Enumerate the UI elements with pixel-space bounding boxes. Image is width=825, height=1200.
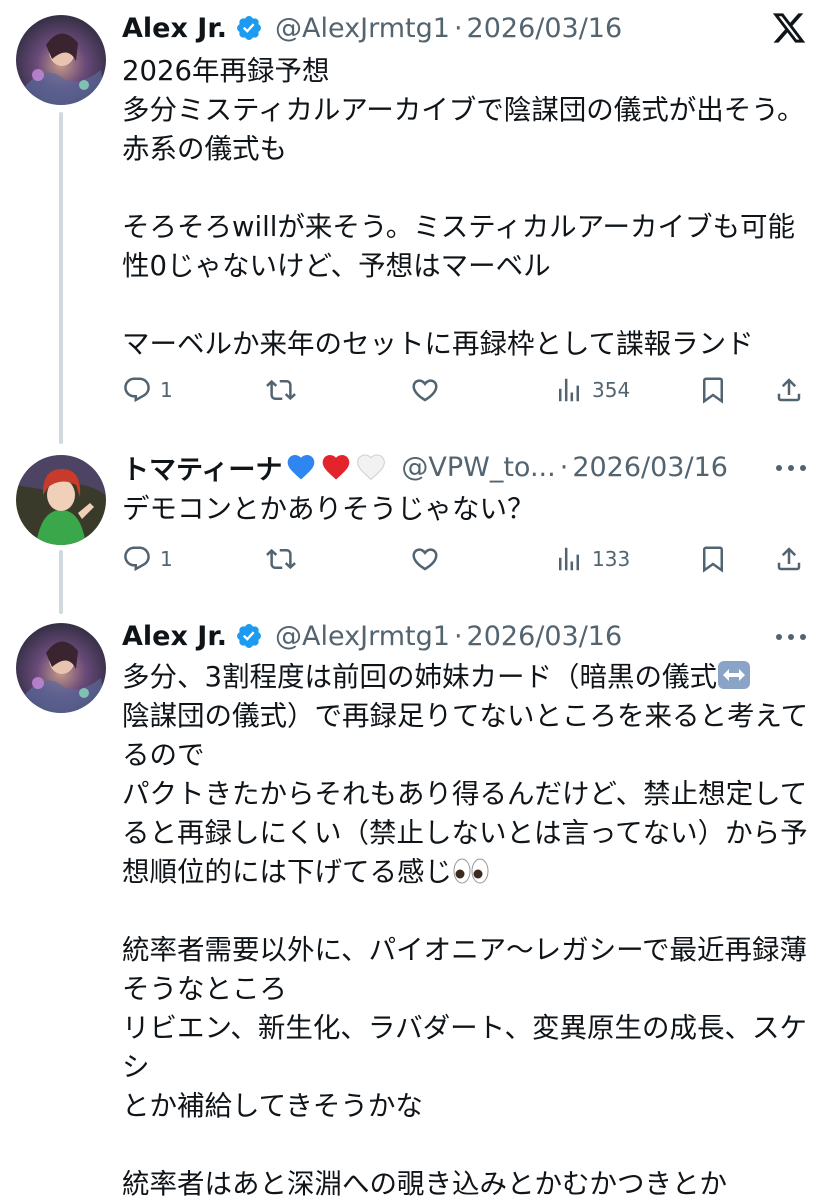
share-button[interactable]	[774, 375, 804, 405]
views-stat[interactable]: 133	[554, 544, 630, 574]
bookmark-icon	[703, 546, 723, 573]
share-icon	[777, 547, 801, 571]
reply-icon	[124, 546, 150, 572]
analytics-icon	[559, 547, 579, 571]
tweet-text-part: 統率者需要以外に、パイオニア〜レガシーで最近再録薄そうなところ リビエン、新生化…	[122, 934, 808, 1200]
avatar[interactable]	[16, 15, 106, 105]
avatar[interactable]	[16, 623, 106, 713]
more-options-icon[interactable]	[776, 463, 806, 473]
author-name[interactable]: Alex Jr.	[122, 13, 227, 44]
author-name[interactable]: トマティーナ	[122, 448, 282, 487]
view-count: 133	[592, 547, 631, 571]
separator-dot: ·	[453, 12, 463, 44]
repost-button[interactable]	[266, 544, 296, 574]
bookmark-icon	[703, 377, 723, 404]
repost-icon	[266, 548, 296, 570]
tweet-text-part: 多分、3割程度は前回の姉妹カード（暗黒の儀式	[122, 661, 717, 693]
eyes-emoji-icon	[453, 858, 489, 884]
reply-button[interactable]: 1	[122, 544, 173, 574]
bookmark-button[interactable]	[698, 544, 728, 574]
tweet-header: トマティーナ @VPW_to... · 2026/03/16	[122, 447, 728, 487]
reply-icon	[124, 377, 150, 403]
like-button[interactable]	[410, 375, 440, 405]
white-heart-emoji-icon	[355, 451, 387, 483]
heart-icon	[412, 379, 438, 402]
views-stat[interactable]: 354	[554, 375, 630, 405]
tweet-date[interactable]: 2026/03/16	[467, 621, 623, 652]
tweet-text: デモコンとかありそうじゃない？	[122, 493, 535, 525]
share-icon	[777, 378, 801, 402]
red-heart-emoji-icon	[320, 451, 352, 483]
tweet-text: 2026年再録予想 多分ミスティカルアーカイブで陰謀団の儀式が出そう。赤系の儀式…	[122, 55, 805, 360]
heart-icon	[412, 548, 438, 571]
repost-button[interactable]	[266, 375, 296, 405]
verified-badge-icon	[235, 622, 263, 650]
repost-icon	[266, 379, 296, 401]
author-handle[interactable]: @VPW_to...	[401, 452, 555, 483]
reply-button[interactable]: 1	[122, 375, 173, 405]
author-handle[interactable]: @AlexJrmtg1	[275, 621, 450, 652]
tweet-date[interactable]: 2026/03/16	[467, 13, 623, 44]
left-right-arrow-emoji-icon	[718, 661, 750, 689]
avatar[interactable]	[16, 455, 106, 545]
tweet-text: 多分、3割程度は前回の姉妹カード（暗黒の儀式 陰謀団の儀式）で再録足りてないとこ…	[122, 658, 812, 1200]
verified-badge-icon	[235, 14, 263, 42]
view-count: 354	[592, 378, 631, 402]
reply-count: 1	[160, 378, 173, 402]
reply-count: 1	[160, 547, 173, 571]
blue-heart-emoji-icon	[285, 451, 317, 483]
tweet-header: Alex Jr. @AlexJrmtg1 · 2026/03/16	[122, 616, 622, 656]
share-button[interactable]	[774, 544, 804, 574]
tweet-header: Alex Jr. @AlexJrmtg1 · 2026/03/16	[122, 8, 622, 48]
separator-dot: ·	[453, 620, 463, 652]
x-logo-icon[interactable]	[771, 10, 807, 46]
analytics-icon	[559, 378, 579, 402]
tweet-date[interactable]: 2026/03/16	[572, 452, 728, 483]
author-name[interactable]: Alex Jr.	[122, 621, 227, 652]
thread-connector-line	[59, 112, 63, 444]
bookmark-button[interactable]	[698, 375, 728, 405]
author-handle[interactable]: @AlexJrmtg1	[275, 13, 450, 44]
like-button[interactable]	[410, 544, 440, 574]
separator-dot: ·	[559, 451, 569, 483]
more-options-icon[interactable]	[776, 632, 806, 642]
thread-connector-line	[59, 550, 63, 614]
